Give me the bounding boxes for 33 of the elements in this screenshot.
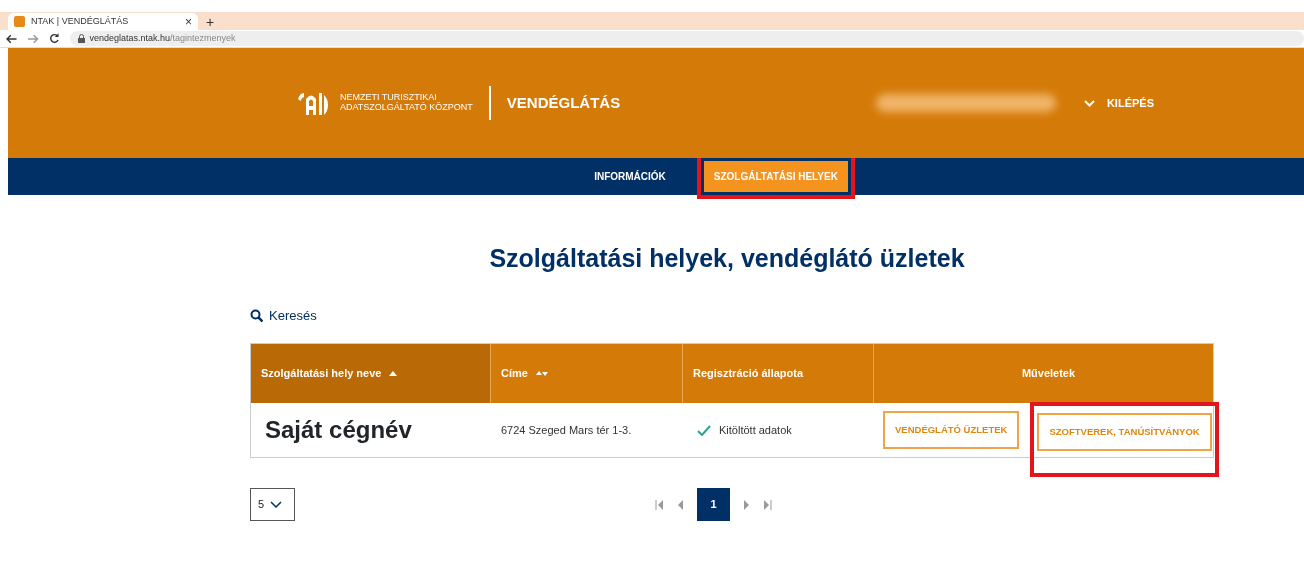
- search-link[interactable]: Keresés: [250, 305, 317, 325]
- organization-name: NEMZETI TURISZTIKAI ADATSZOLGÁLTATÓ KÖZPONT: [340, 93, 473, 113]
- tab-title: NTAK | VENDÉGLÁTÁS: [31, 14, 129, 28]
- status-text: Kitöltött adatok: [719, 422, 792, 438]
- column-header: Műveletek: [1020, 366, 1077, 382]
- table-cell-text: Saját cégnév: [264, 415, 413, 445]
- next-page-icon: [744, 499, 750, 510]
- back-icon: [6, 33, 18, 44]
- page-size-select[interactable]: 5: [250, 488, 295, 521]
- previous-page-icon: [677, 499, 683, 510]
- sort-up-icon: [389, 371, 398, 376]
- last-page-icon: [764, 499, 772, 510]
- nav-tab[interactable]: INFORMÁCIÓK: [584, 161, 676, 192]
- lock-icon: [77, 34, 85, 43]
- reload-icon: [48, 33, 60, 44]
- page-title: Szolgáltatási helyek, vendéglátó üzletek: [488, 243, 966, 274]
- url-text: vendeglatas.ntak.hu/tagintezmenyek: [89, 31, 236, 45]
- chevron-down-icon: [270, 501, 283, 508]
- page-button[interactable]: 1: [697, 488, 730, 521]
- search-icon: [250, 308, 263, 322]
- new-tab-button[interactable]: +: [206, 15, 215, 29]
- table-cell-text: 6724 Szeged Mars tér 1-3.: [500, 422, 633, 438]
- column-header[interactable]: Szolgáltatási hely neve: [251, 344, 491, 403]
- column-header: Regisztráció állapota: [683, 344, 874, 403]
- caret-icon: [1083, 99, 1095, 107]
- favicon-icon: [14, 16, 25, 27]
- first-page-icon: [655, 499, 663, 510]
- address-bar[interactable]: vendeglatas.ntak.hu/tagintezmenyek: [69, 31, 1304, 46]
- forward-icon: [27, 33, 39, 44]
- sort-icon: [535, 371, 548, 376]
- section-title: VENDÉGLÁTÁS: [506, 92, 621, 113]
- browser-tab[interactable]: NTAK | VENDÉGLÁTÁS ×: [8, 13, 198, 30]
- tab-close-button[interactable]: ×: [185, 15, 192, 28]
